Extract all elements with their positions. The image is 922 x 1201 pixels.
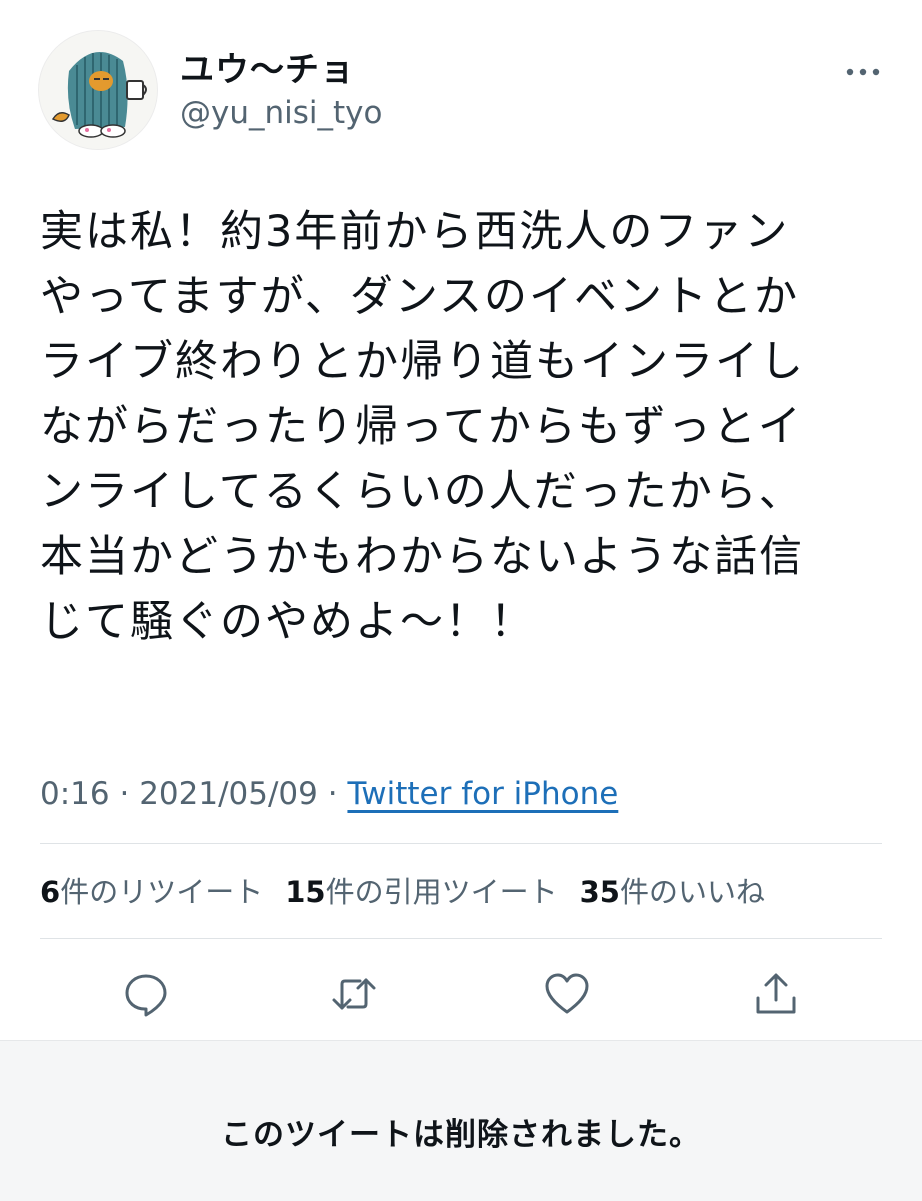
tweet-card: ユウ〜チョ @yu_nisi_tyo 実は私！約3年前から西洗人のファン やって… [0, 0, 922, 1040]
quotes-stat[interactable]: 15件の引用ツイート [285, 875, 557, 909]
tweet-time: 0:16 [40, 776, 110, 812]
more-options-button[interactable] [838, 52, 888, 92]
retweets-label: 件のリツイート [60, 875, 264, 909]
deleted-notice-text: このツイートは削除されました。 [221, 1117, 701, 1153]
retweets-stat[interactable]: 6件のリツイート [40, 875, 263, 909]
author-handle[interactable]: @yu_nisi_tyo [180, 93, 382, 133]
retweets-count: 6 [40, 875, 61, 909]
author-display-name[interactable]: ユウ〜チョ [180, 50, 355, 90]
meta-separator: · [109, 776, 140, 812]
quotes-label: 件の引用ツイート [325, 875, 558, 909]
heart-icon [545, 973, 589, 1014]
likes-label: 件のいいね [619, 875, 765, 909]
quotes-count: 15 [285, 875, 326, 909]
divider-bottom [40, 938, 882, 939]
divider-top [40, 843, 882, 844]
tweet-source-link[interactable]: Twitter for iPhone [347, 776, 618, 812]
retweet-button[interactable] [330, 970, 378, 1018]
tweet-stats: 6件のリツイート 15件の引用ツイート 35件のいいね [40, 870, 787, 914]
retweet-icon [332, 978, 376, 1010]
share-button[interactable] [752, 970, 800, 1018]
likes-stat[interactable]: 35件のいいね [580, 875, 765, 909]
likes-count: 35 [579, 875, 620, 909]
reply-button[interactable] [122, 970, 170, 1018]
deleted-tweet-notice: このツイートは削除されました。 [0, 1040, 922, 1201]
like-button[interactable] [543, 970, 591, 1018]
share-upload-icon [756, 973, 796, 1014]
meta-separator-2: · [317, 776, 348, 812]
avatar[interactable] [38, 30, 158, 150]
tweet-text: 実は私！約3年前から西洗人のファン やってますが、ダンスのイベントとか ライブ終… [40, 207, 805, 647]
tweet-date[interactable]: 2021/05/09 [139, 776, 318, 812]
action-bar [0, 960, 922, 1024]
more-horizontal-icon [846, 68, 880, 76]
tweet-meta: 0:16 · 2021/05/09 · Twitter for iPhone [40, 772, 618, 816]
avatar-illustration [39, 31, 157, 149]
reply-bubble-icon [125, 974, 167, 1017]
